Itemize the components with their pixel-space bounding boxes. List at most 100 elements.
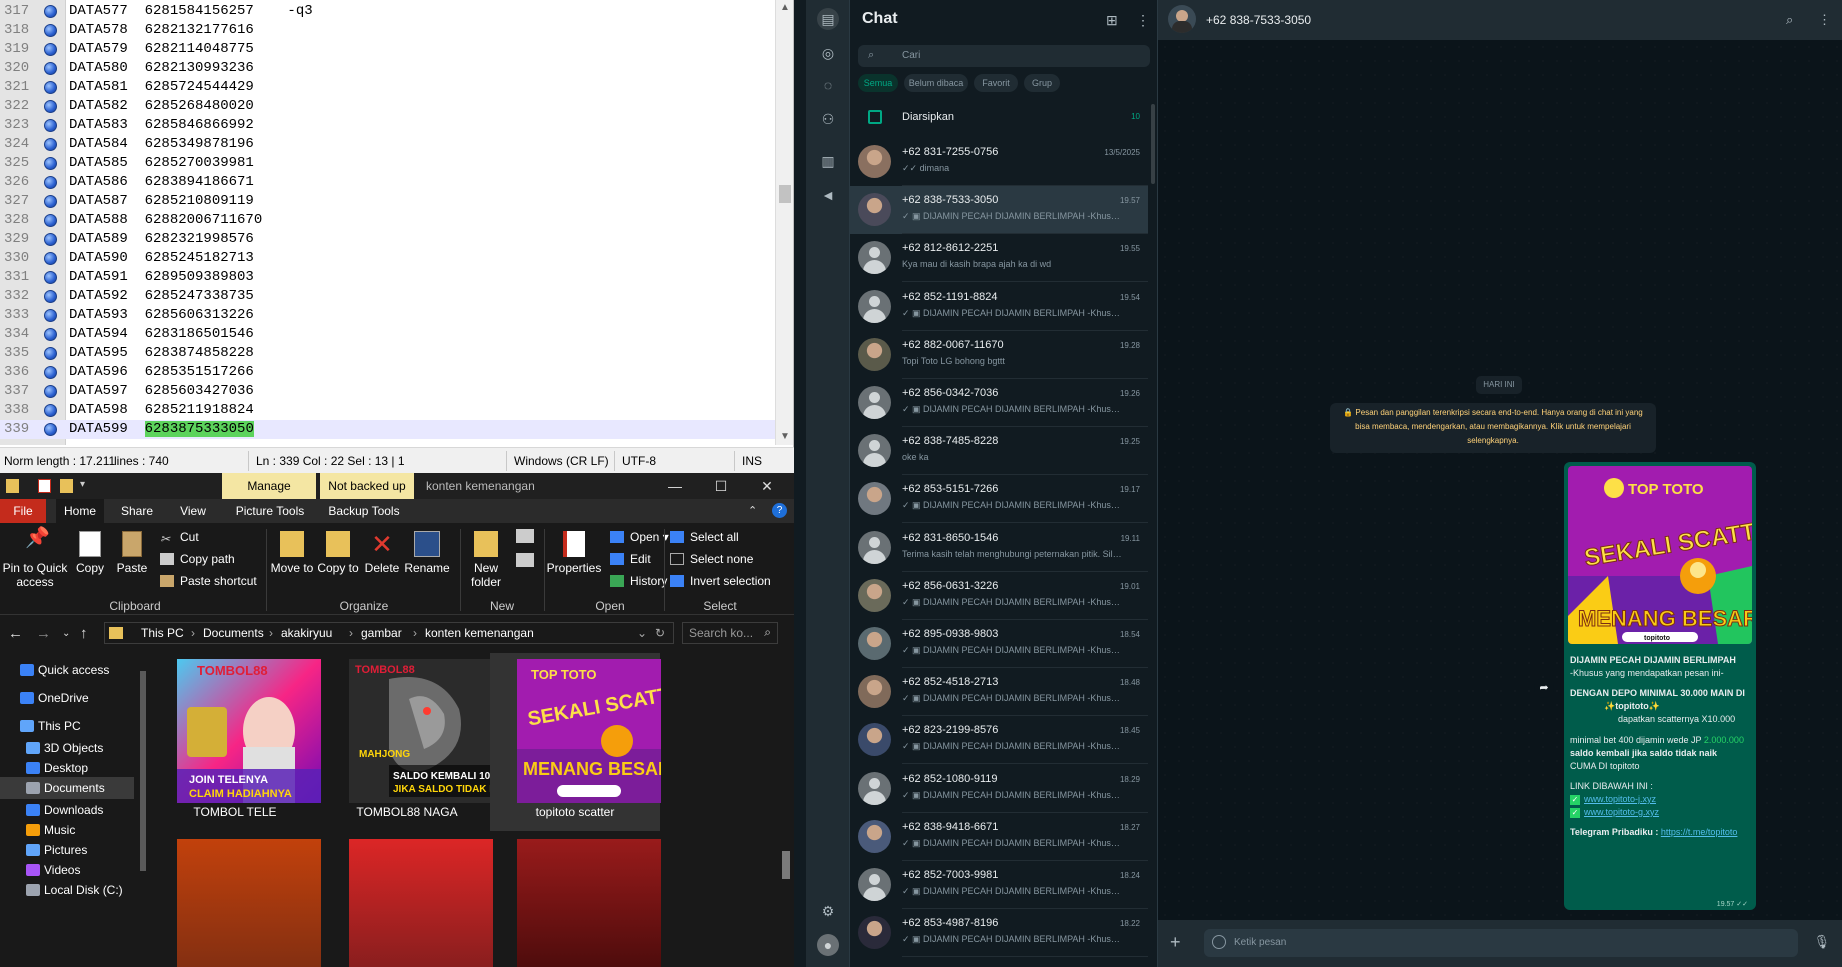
editor-line[interactable]: 333 DATA593 6285606313226 <box>0 306 776 325</box>
nav-item-downloads[interactable]: Downloads <box>0 799 134 821</box>
new-folder-button[interactable]: New folder <box>462 531 510 589</box>
editor-vertical-scrollbar[interactable]: ▲ ▼ <box>775 0 793 445</box>
up-arrow-icon[interactable]: ↑ <box>80 625 88 642</box>
bookmark-icon[interactable] <box>44 271 57 284</box>
chat-list-item[interactable]: +62 852-7003-9981 18.24 ✓ ▣ DIJAMIN PECAH … <box>850 861 1148 909</box>
scroll-up-arrow-icon[interactable]: ▲ <box>776 0 794 16</box>
conversation-header[interactable]: +62 838-7533-3050 ⌕ ⋮ <box>1158 0 1842 40</box>
recent-locations-icon[interactable]: ⌄ <box>62 628 70 639</box>
paste-button[interactable]: Paste <box>112 531 152 575</box>
attach-plus-icon[interactable]: + <box>1170 932 1181 953</box>
address-dropdown-icon[interactable]: ⌄ <box>637 626 647 640</box>
new-item-button[interactable] <box>512 529 538 543</box>
bookmark-icon[interactable] <box>44 423 57 436</box>
bookmark-icon[interactable] <box>44 252 57 265</box>
edit-button[interactable]: Edit <box>610 551 651 567</box>
delete-button[interactable]: ✕ Delete <box>362 531 402 575</box>
nav-item-quick-access[interactable]: Quick access <box>0 659 134 681</box>
file-item-tombol-tele[interactable]: TOMBOL88 JOIN TELENYA CLAIM HADIAHNYA TO… <box>150 653 321 831</box>
nav-item-desktop[interactable]: Desktop <box>0 757 134 779</box>
channels-icon[interactable]: ◌ <box>817 74 839 96</box>
forward-icon[interactable]: ➦ <box>1534 678 1554 698</box>
editor-text-area[interactable]: 317 DATA577 6281584156257 -q3 318 DATA578 6… <box>0 0 794 445</box>
editor-line[interactable]: 324 DATA584 6285349878196 <box>0 135 776 154</box>
editor-line[interactable]: 331 DATA591 6289509389803 <box>0 268 776 287</box>
file-item-tombol88-naga[interactable]: TOMBOL88 MAHJONG SALDO KEMBALI 100% JIKA… <box>322 653 493 831</box>
tab-share[interactable]: Share <box>112 499 162 523</box>
bookmark-icon[interactable] <box>44 366 57 379</box>
breadcrumb-documents[interactable]: Documents <box>203 626 264 640</box>
easy-access-button[interactable] <box>512 553 538 567</box>
file-item-image[interactable] <box>150 833 321 967</box>
chat-list-item[interactable]: +62 853-4987-8196 18.22 ✓ ▣ DIJAMIN PECAH … <box>850 909 1148 958</box>
chip-favorites[interactable]: Favorit <box>974 74 1018 92</box>
emoji-icon[interactable] <box>1212 935 1226 949</box>
close-icon[interactable]: ✕ <box>744 473 790 499</box>
address-bar[interactable]: This PC › Documents › akakiryuu › gambar… <box>104 622 674 644</box>
bookmark-icon[interactable] <box>44 214 57 227</box>
cut-button[interactable]: ✂ Cut <box>160 529 199 546</box>
content-scrollbar[interactable] <box>778 653 794 967</box>
outgoing-message[interactable]: TOP TOTO SEKALI SCATTER MENANG BESAR top… <box>1564 462 1756 910</box>
bookmark-icon[interactable] <box>44 404 57 417</box>
maximize-icon[interactable]: ☐ <box>698 473 744 499</box>
bookmark-icon[interactable] <box>44 62 57 75</box>
chat-list-item[interactable]: +62 852-1191-8824 19.54 ✓ ▣ DIJAMIN PECAH … <box>850 283 1148 331</box>
editor-line[interactable]: 320 DATA580 6282130993236 <box>0 59 776 78</box>
editor-line[interactable]: 336 DATA596 6285351517266 <box>0 363 776 382</box>
collapse-ribbon-icon[interactable]: ⌃ <box>748 504 757 517</box>
tab-manage[interactable]: Manage <box>222 473 316 499</box>
bookmark-icon[interactable] <box>44 385 57 398</box>
nav-item-music[interactable]: Music <box>0 819 134 841</box>
profile-avatar-icon[interactable]: ● <box>817 934 839 956</box>
scrollbar-thumb[interactable] <box>779 185 791 203</box>
tab-home[interactable]: Home <box>56 499 104 523</box>
contact-avatar[interactable] <box>1168 5 1196 33</box>
editor-line[interactable]: 329 DATA589 6282321998576 <box>0 230 776 249</box>
microphone-icon[interactable]: 🎙 <box>1813 934 1830 950</box>
bookmark-icon[interactable] <box>44 195 57 208</box>
select-all-button[interactable]: Select all <box>670 529 739 545</box>
editor-line[interactable]: 318 DATA578 6282132177616 <box>0 21 776 40</box>
encryption-notice[interactable]: 🔒 Pesan dan panggilan terenkripsi secara… <box>1330 403 1656 453</box>
bookmark-icon[interactable] <box>44 347 57 360</box>
new-folder-quick-icon[interactable] <box>60 479 73 493</box>
editor-line[interactable]: 321 DATA581 6285724544429 <box>0 78 776 97</box>
settings-gear-icon[interactable]: ⚙ <box>817 900 839 922</box>
rename-button[interactable]: Rename <box>402 531 452 575</box>
tab-picture-tools[interactable]: Picture Tools <box>228 499 312 523</box>
bookmark-icon[interactable] <box>44 24 57 37</box>
editor-line[interactable]: 325 DATA585 6285270039981 <box>0 154 776 173</box>
breadcrumb-gambar[interactable]: gambar <box>361 626 402 640</box>
chat-list-item[interactable]: +62 895-0938-9803 18.54 ✓ ▣ DIJAMIN PECAH … <box>850 620 1148 668</box>
nav-item-pictures[interactable]: Pictures <box>0 839 134 861</box>
editor-line[interactable]: 338 DATA598 6285211918824 <box>0 401 776 420</box>
editor-line[interactable]: 337 DATA597 6285603427036 <box>0 382 776 401</box>
bookmark-icon[interactable] <box>44 5 57 18</box>
file-item-image[interactable] <box>322 833 493 967</box>
file-item-image[interactable] <box>490 833 661 967</box>
bookmark-icon[interactable] <box>44 138 57 151</box>
customize-qat-icon[interactable]: ▾ <box>80 479 90 493</box>
chat-list-item[interactable]: +62 812-8612-2251 19.55 Kya mau di kasih b… <box>850 234 1148 283</box>
chat-list-item[interactable]: +62 853-5151-7266 19.17 ✓ ▣ DIJAMIN PECAH … <box>850 475 1148 524</box>
chat-list-item[interactable]: +62 852-1080-9119 18.29 ✓ ▣ DIJAMIN PECAH … <box>850 765 1148 813</box>
editor-line[interactable]: 327 DATA587 6285210809119 <box>0 192 776 211</box>
help-icon[interactable]: ? <box>772 503 787 518</box>
editor-line[interactable]: 323 DATA583 6285846866992 <box>0 116 776 135</box>
chat-search-input[interactable]: ⌕ Cari <box>858 45 1150 67</box>
search-icon[interactable]: ⌕ <box>1786 12 1793 28</box>
store-icon[interactable]: ▥ <box>817 150 839 172</box>
editor-line[interactable]: 319 DATA579 6282114048775 <box>0 40 776 59</box>
properties-quick-icon[interactable] <box>38 479 51 493</box>
bookmark-icon[interactable] <box>44 290 57 303</box>
chip-unread[interactable]: Belum dibaca <box>904 74 968 92</box>
chat-list-item[interactable]: +62 838-7533-3050 19.57 ✓ ▣ DIJAMIN PECAH … <box>850 186 1148 235</box>
scroll-down-arrow-icon[interactable]: ▼ <box>776 429 794 445</box>
paste-shortcut-button[interactable]: Paste shortcut <box>160 573 257 589</box>
breadcrumb-konten[interactable]: konten kemenangan <box>425 626 534 640</box>
minimize-icon[interactable]: — <box>652 473 698 499</box>
breadcrumb-akakiryuu[interactable]: akakiryuu <box>281 626 332 640</box>
tab-backup-tools[interactable]: Backup Tools <box>322 499 406 523</box>
tab-file[interactable]: File <box>0 499 46 523</box>
